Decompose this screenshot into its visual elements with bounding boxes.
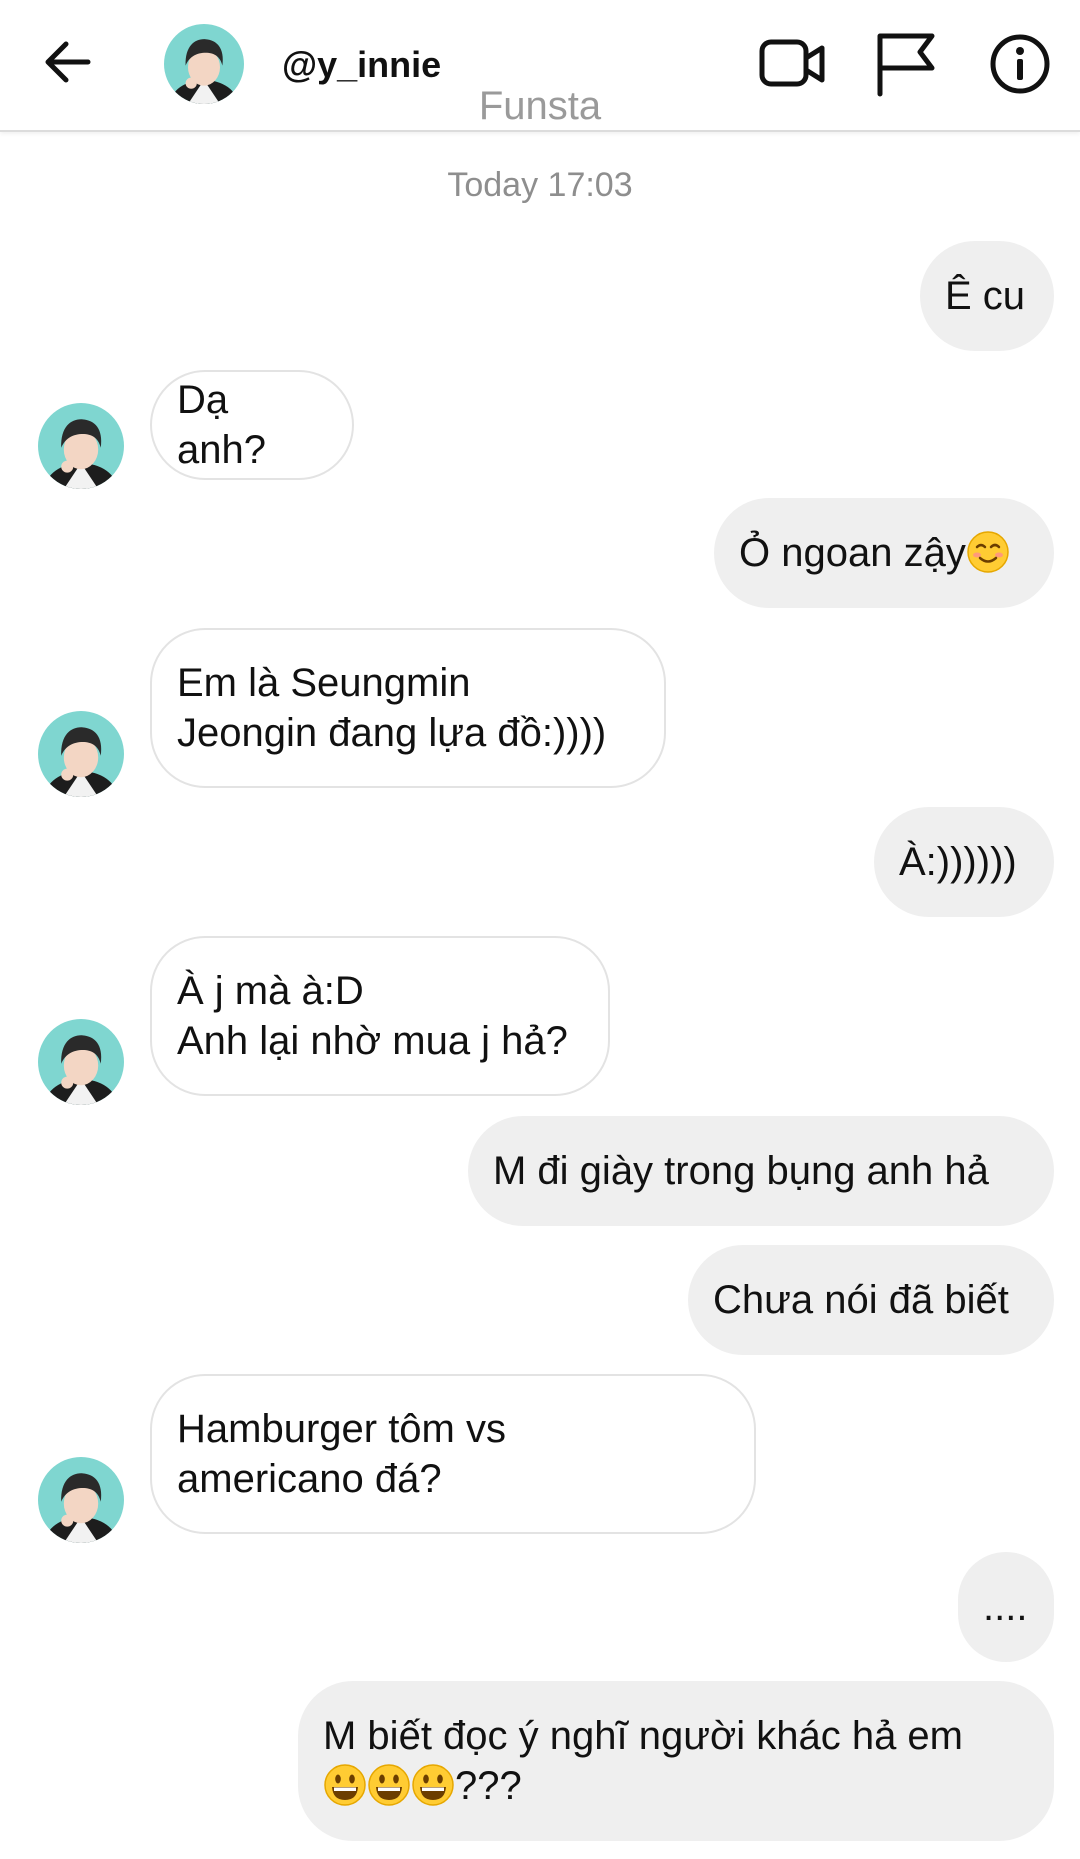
timestamp: Today 17:03 [447, 166, 633, 204]
message-text: Dạ anh? [177, 378, 266, 472]
avatar[interactable] [38, 1019, 124, 1105]
message-text: À j mà à:D Anh lại nhờ mua j hả? [177, 969, 568, 1063]
flag-icon [877, 33, 935, 97]
message-bubble-sent[interactable]: Ỏ ngoan zậy [714, 498, 1054, 608]
avatar[interactable] [38, 403, 124, 489]
grinning-face-icon [324, 1764, 366, 1806]
message-text: M biết đọc ý nghĩ người khác hả em ??? [323, 1714, 963, 1808]
message-bubble-sent[interactable]: Chưa nói đã biết [688, 1245, 1054, 1355]
smiling-face-icon [967, 531, 1009, 573]
avatar[interactable] [38, 1457, 124, 1543]
video-camera-icon [759, 39, 825, 87]
message-text: M đi giày trong bụng anh hả [493, 1149, 989, 1193]
message-bubble-received[interactable]: Em là Seungmin Jeongin đang lựa đồ:)))) [150, 628, 666, 788]
message-bubble-sent[interactable]: M đi giày trong bụng anh hả [468, 1116, 1054, 1226]
message-text: Em là Seungmin Jeongin đang lựa đồ:)))) [177, 661, 607, 755]
message-bubble-sent[interactable]: .... [958, 1552, 1054, 1662]
message-bubble-sent[interactable]: À:)))))) [874, 807, 1054, 917]
message-text: Ỏ ngoan zậy [739, 528, 1010, 578]
avatar[interactable] [38, 711, 124, 797]
grinning-face-icon [368, 1764, 410, 1806]
info-button[interactable] [984, 28, 1056, 100]
info-icon [990, 34, 1050, 94]
message-bubble-received[interactable]: À j mà à:D Anh lại nhờ mua j hả? [150, 936, 610, 1096]
message-text: Ê cu [945, 274, 1026, 318]
message-bubble-sent[interactable]: Ê cu [920, 241, 1054, 351]
username[interactable]: @y_innie [282, 44, 441, 86]
message-bubble-received[interactable]: Hamburger tôm vs americano đá? [150, 1374, 756, 1534]
message-text: À:)))))) [899, 840, 1017, 884]
report-button[interactable] [870, 28, 942, 100]
message-text: Chưa nói đã biết [713, 1278, 1009, 1322]
message-bubble-received[interactable]: Dạ anh? [150, 370, 354, 480]
message-text: .... [983, 1585, 1028, 1629]
chat-header: @y_innie Funsta [0, 0, 1080, 132]
grinning-face-icon [412, 1764, 454, 1806]
message-text: Hamburger tôm vs americano đá? [177, 1407, 506, 1501]
video-call-button[interactable] [756, 28, 828, 100]
message-bubble-sent[interactable]: M biết đọc ý nghĩ người khác hả em ??? [298, 1681, 1054, 1841]
